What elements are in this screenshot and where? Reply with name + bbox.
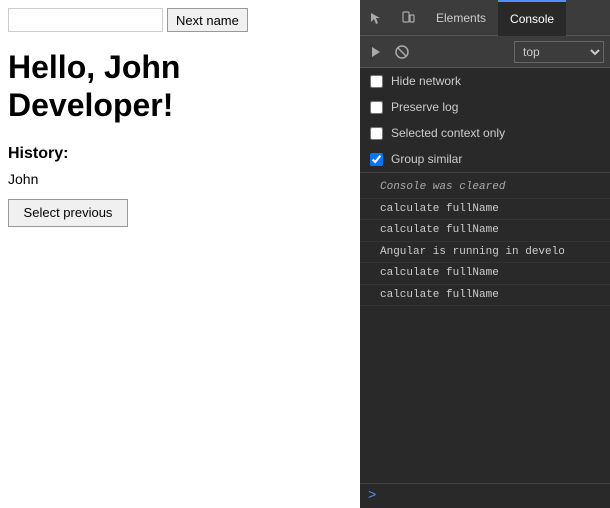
console-line: calculate fullName: [360, 263, 610, 285]
prompt-icon: >: [368, 488, 376, 504]
select-previous-button[interactable]: Select previous: [8, 199, 128, 227]
left-panel: Next name Hello, John Developer! History…: [0, 0, 360, 508]
selected-context-checkbox[interactable]: [370, 127, 383, 140]
history-label: History:: [8, 145, 352, 163]
tab-elements[interactable]: Elements: [424, 0, 498, 36]
devtools-tabs: Elements Console: [360, 0, 610, 36]
run-icon[interactable]: [366, 42, 386, 62]
console-line: calculate fullName: [360, 199, 610, 221]
device-icon[interactable]: [392, 0, 424, 36]
console-line: calculate fullName: [360, 285, 610, 307]
options-panel: Hide network Preserve log Selected conte…: [360, 68, 610, 173]
preserve-log-label: Preserve log: [391, 100, 458, 114]
hide-network-label: Hide network: [391, 74, 461, 88]
group-similar-label: Group similar: [391, 152, 462, 166]
inspect-icon[interactable]: [360, 0, 392, 36]
top-bar: Next name: [8, 8, 352, 32]
next-name-button[interactable]: Next name: [167, 8, 248, 32]
console-output: Console was clearedcalculate fullNamecal…: [360, 173, 610, 483]
console-input[interactable]: [380, 489, 602, 503]
context-select[interactable]: top: [514, 41, 604, 63]
group-similar-checkbox[interactable]: [370, 153, 383, 166]
hide-network-option[interactable]: Hide network: [360, 68, 610, 94]
devtools-panel: Elements Console top Hide network Preser…: [360, 0, 610, 508]
preserve-log-option[interactable]: Preserve log: [360, 94, 610, 120]
tab-console[interactable]: Console: [498, 0, 566, 36]
console-line: Console was cleared: [360, 177, 610, 199]
greeting-text: Hello, John Developer!: [8, 48, 352, 125]
hide-network-checkbox[interactable]: [370, 75, 383, 88]
console-line: Angular is running in develo: [360, 242, 610, 264]
clear-icon[interactable]: [392, 42, 412, 62]
preserve-log-checkbox[interactable]: [370, 101, 383, 114]
console-toolbar: top: [360, 36, 610, 68]
selected-context-option[interactable]: Selected context only: [360, 120, 610, 146]
selected-context-label: Selected context only: [391, 126, 505, 140]
name-input[interactable]: [8, 8, 163, 32]
history-item: John: [8, 171, 352, 187]
group-similar-option[interactable]: Group similar: [360, 146, 610, 172]
console-input-row: >: [360, 483, 610, 508]
console-line: calculate fullName: [360, 220, 610, 242]
